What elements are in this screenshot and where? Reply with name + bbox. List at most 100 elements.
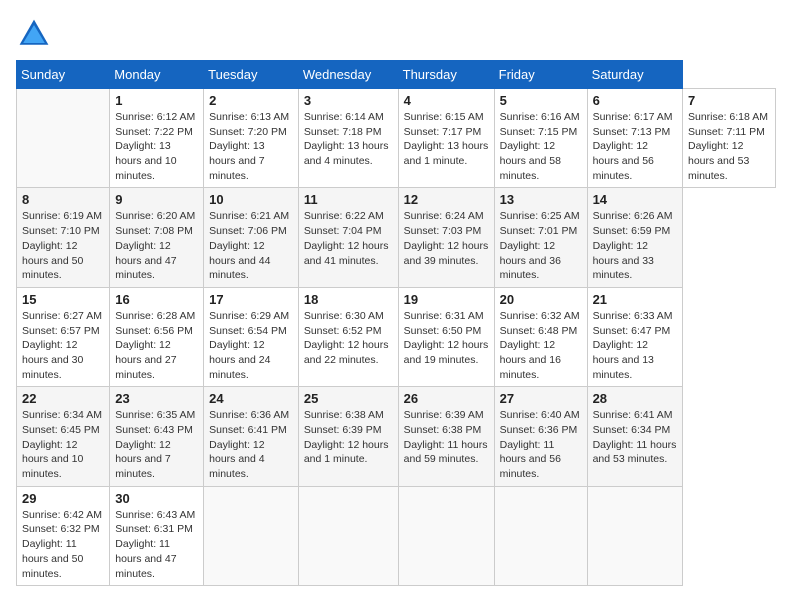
calendar-cell: 19 Sunrise: 6:31 AMSunset: 6:50 PMDayligh… [398,287,494,386]
cell-text: Sunrise: 6:16 AMSunset: 7:15 PMDaylight:… [500,110,582,183]
cell-text: Sunrise: 6:28 AMSunset: 6:56 PMDaylight:… [115,309,198,382]
cell-text: Sunrise: 6:20 AMSunset: 7:08 PMDaylight:… [115,209,198,282]
calendar-cell: 17 Sunrise: 6:29 AMSunset: 6:54 PMDayligh… [204,287,299,386]
day-header-monday: Monday [110,61,204,89]
calendar-cell: 12Sunrise: 6:24 AMSunset: 7:03 PMDayligh… [398,188,494,287]
day-number: 10 [209,192,293,207]
logo [16,16,56,52]
calendar-week-row: 22 Sunrise: 6:34 AMSunset: 6:45 PMDayligh… [17,387,776,486]
cell-text: Sunrise: 6:39 AMSunset: 6:38 PMDaylight:… [404,408,489,467]
cell-text: Sunrise: 6:43 AMSunset: 6:31 PMDaylight:… [115,508,198,581]
day-header-wednesday: Wednesday [298,61,398,89]
cell-text: Sunrise: 6:27 AMSunset: 6:57 PMDaylight:… [22,309,104,382]
calendar-cell [298,486,398,585]
calendar-cell [204,486,299,585]
calendar-cell: 22 Sunrise: 6:34 AMSunset: 6:45 PMDayligh… [17,387,110,486]
calendar-cell: 5 Sunrise: 6:16 AMSunset: 7:15 PMDaylight… [494,89,587,188]
calendar-cell: 25 Sunrise: 6:38 AMSunset: 6:39 PMDayligh… [298,387,398,486]
calendar-cell: 14Sunrise: 6:26 AMSunset: 6:59 PMDayligh… [587,188,682,287]
calendar-cell: 4 Sunrise: 6:15 AMSunset: 7:17 PMDaylight… [398,89,494,188]
cell-text: Sunrise: 6:12 AMSunset: 7:22 PMDaylight:… [115,110,198,183]
calendar-week-row: 29 Sunrise: 6:42 AMSunset: 6:32 PMDayligh… [17,486,776,585]
day-number: 11 [304,192,393,207]
calendar-cell: 27 Sunrise: 6:40 AMSunset: 6:36 PMDayligh… [494,387,587,486]
cell-text: Sunrise: 6:41 AMSunset: 6:34 PMDaylight:… [593,408,677,467]
cell-text: Sunrise: 6:36 AMSunset: 6:41 PMDaylight:… [209,408,293,481]
calendar-cell: 2 Sunrise: 6:13 AMSunset: 7:20 PMDaylight… [204,89,299,188]
calendar-cell: 8 Sunrise: 6:19 AMSunset: 7:10 PMDaylight… [17,188,110,287]
calendar-cell: 13Sunrise: 6:25 AMSunset: 7:01 PMDayligh… [494,188,587,287]
day-number: 27 [500,391,582,406]
day-number: 2 [209,93,293,108]
day-number: 6 [593,93,677,108]
calendar-cell: 11 Sunrise: 6:22 AMSunset: 7:04 PMDayligh… [298,188,398,287]
calendar-cell: 28 Sunrise: 6:41 AMSunset: 6:34 PMDayligh… [587,387,682,486]
calendar-cell: 23 Sunrise: 6:35 AMSunset: 6:43 PMDayligh… [110,387,204,486]
cell-text: Sunrise: 6:24 AMSunset: 7:03 PMDaylight:… [404,209,489,268]
day-header-tuesday: Tuesday [204,61,299,89]
logo-icon [16,16,52,52]
day-number: 25 [304,391,393,406]
calendar-cell: 15 Sunrise: 6:27 AMSunset: 6:57 PMDayligh… [17,287,110,386]
calendar-cell [494,486,587,585]
day-number: 7 [688,93,770,108]
calendar-cell [17,89,110,188]
calendar-cell: 3 Sunrise: 6:14 AMSunset: 7:18 PMDaylight… [298,89,398,188]
day-number: 30 [115,491,198,506]
calendar-cell [587,486,682,585]
cell-text: Sunrise: 6:31 AMSunset: 6:50 PMDaylight:… [404,309,489,368]
day-number: 17 [209,292,293,307]
day-number: 1 [115,93,198,108]
calendar-table: SundayMondayTuesdayWednesdayThursdayFrid… [16,60,776,586]
cell-text: Sunrise: 6:35 AMSunset: 6:43 PMDaylight:… [115,408,198,481]
day-number: 29 [22,491,104,506]
calendar-cell: 9 Sunrise: 6:20 AMSunset: 7:08 PMDaylight… [110,188,204,287]
cell-text: Sunrise: 6:18 AMSunset: 7:11 PMDaylight:… [688,110,770,183]
cell-text: Sunrise: 6:21 AMSunset: 7:06 PMDaylight:… [209,209,293,282]
calendar-cell: 24Sunrise: 6:36 AMSunset: 6:41 PMDayligh… [204,387,299,486]
cell-text: Sunrise: 6:29 AMSunset: 6:54 PMDaylight:… [209,309,293,382]
calendar-cell: 18 Sunrise: 6:30 AMSunset: 6:52 PMDayligh… [298,287,398,386]
day-number: 4 [404,93,489,108]
page-header [16,16,776,52]
calendar-week-row: 15 Sunrise: 6:27 AMSunset: 6:57 PMDayligh… [17,287,776,386]
cell-text: Sunrise: 6:30 AMSunset: 6:52 PMDaylight:… [304,309,393,368]
cell-text: Sunrise: 6:40 AMSunset: 6:36 PMDaylight:… [500,408,582,481]
day-number: 22 [22,391,104,406]
calendar-cell: 26 Sunrise: 6:39 AMSunset: 6:38 PMDayligh… [398,387,494,486]
day-number: 23 [115,391,198,406]
calendar-header-row: SundayMondayTuesdayWednesdayThursdayFrid… [17,61,776,89]
day-number: 3 [304,93,393,108]
calendar-cell: 30 Sunrise: 6:43 AMSunset: 6:31 PMDayligh… [110,486,204,585]
day-number: 18 [304,292,393,307]
day-header-saturday: Saturday [587,61,682,89]
day-number: 26 [404,391,489,406]
day-header-friday: Friday [494,61,587,89]
day-number: 19 [404,292,489,307]
day-header-sunday: Sunday [17,61,110,89]
day-number: 5 [500,93,582,108]
cell-text: Sunrise: 6:34 AMSunset: 6:45 PMDaylight:… [22,408,104,481]
calendar-week-row: 1 Sunrise: 6:12 AMSunset: 7:22 PMDaylight… [17,89,776,188]
day-header-thursday: Thursday [398,61,494,89]
cell-text: Sunrise: 6:38 AMSunset: 6:39 PMDaylight:… [304,408,393,467]
cell-text: Sunrise: 6:15 AMSunset: 7:17 PMDaylight:… [404,110,489,169]
cell-text: Sunrise: 6:32 AMSunset: 6:48 PMDaylight:… [500,309,582,382]
cell-text: Sunrise: 6:19 AMSunset: 7:10 PMDaylight:… [22,209,104,282]
day-number: 14 [593,192,677,207]
day-number: 20 [500,292,582,307]
cell-text: Sunrise: 6:14 AMSunset: 7:18 PMDaylight:… [304,110,393,169]
cell-text: Sunrise: 6:42 AMSunset: 6:32 PMDaylight:… [22,508,104,581]
day-number: 21 [593,292,677,307]
cell-text: Sunrise: 6:22 AMSunset: 7:04 PMDaylight:… [304,209,393,268]
calendar-cell: 6Sunrise: 6:17 AMSunset: 7:13 PMDaylight… [587,89,682,188]
calendar-cell: 7 Sunrise: 6:18 AMSunset: 7:11 PMDaylight… [682,89,775,188]
calendar-cell: 1 Sunrise: 6:12 AMSunset: 7:22 PMDaylight… [110,89,204,188]
day-number: 15 [22,292,104,307]
day-number: 8 [22,192,104,207]
cell-text: Sunrise: 6:13 AMSunset: 7:20 PMDaylight:… [209,110,293,183]
day-number: 16 [115,292,198,307]
day-number: 28 [593,391,677,406]
day-number: 9 [115,192,198,207]
calendar-cell: 16 Sunrise: 6:28 AMSunset: 6:56 PMDayligh… [110,287,204,386]
